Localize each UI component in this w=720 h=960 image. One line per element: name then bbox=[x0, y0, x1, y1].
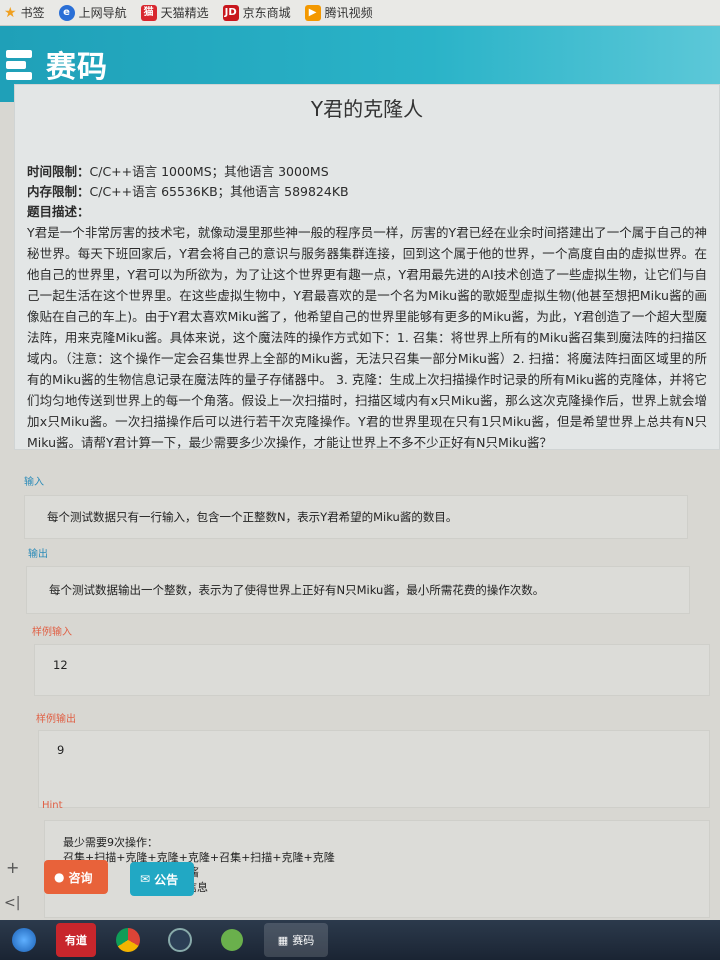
tmall-icon: 猫 bbox=[140, 4, 157, 21]
bookmark-label: 天猫精选 bbox=[160, 6, 209, 20]
leaf-icon bbox=[221, 929, 243, 951]
time-limit-value: C/C++语言 1000MS；其他语言 3000MS bbox=[89, 164, 329, 179]
problem-panel: Y君的克隆人 时间限制：C/C++语言 1000MS；其他语言 3000MS 内… bbox=[14, 84, 720, 450]
bookmark-label: 上网导航 bbox=[78, 6, 127, 20]
window-icon: ▦ bbox=[277, 933, 289, 947]
output-label: 输出 bbox=[28, 549, 48, 560]
sample-input-value: 12 bbox=[53, 658, 68, 672]
bookmark-item-tmall[interactable]: 猫 天猫精选 bbox=[140, 4, 209, 21]
start-button[interactable] bbox=[4, 923, 44, 957]
bookmarks-bar: ★ 书签 e 上网导航 猫 天猫精选 JD 京东商城 ▶ 腾讯视频 bbox=[0, 0, 720, 26]
memory-limit: 内存限制：C/C++语言 65536KB；其他语言 589824KB bbox=[27, 182, 719, 202]
sample-output-box: 9 bbox=[38, 730, 710, 808]
windows-icon bbox=[12, 928, 36, 952]
sample-input-box: 12 bbox=[34, 644, 710, 696]
chat-icon: ● bbox=[54, 870, 65, 884]
bookmark-label: 腾讯视频 bbox=[324, 6, 373, 20]
consult-label: 咨询 bbox=[68, 870, 93, 885]
description-label: 题目描述： bbox=[27, 204, 90, 219]
bookmark-label: 京东商城 bbox=[242, 6, 291, 20]
taskbar-app[interactable] bbox=[160, 923, 200, 957]
active-window-label: 赛码 bbox=[292, 934, 315, 947]
hint-label: Hint bbox=[42, 800, 63, 811]
bookmark-label: 书签 bbox=[20, 6, 45, 20]
sample-input-label: 样例输入 bbox=[32, 627, 72, 638]
notice-label: 公告 bbox=[154, 872, 179, 887]
output-text: 每个测试数据输出一个整数，表示为了使得世界上正好有N只Miku酱，最小所需花费的… bbox=[49, 583, 545, 597]
app-icon bbox=[168, 928, 192, 952]
problem-description: Y君是一个非常厉害的技术宅，就像动漫里那些神一般的程序员一样，厉害的Y君已经在业… bbox=[27, 225, 707, 450]
output-box: 每个测试数据输出一个整数，表示为了使得世界上正好有N只Miku酱，最小所需花费的… bbox=[26, 566, 690, 614]
limits: 时间限制：C/C++语言 1000MS；其他语言 3000MS 内存限制：C/C… bbox=[27, 162, 719, 222]
sample-output-label: 样例输出 bbox=[36, 714, 76, 725]
taskbar-active-window[interactable]: ▦ 赛码 bbox=[264, 923, 328, 957]
star-icon: ★ bbox=[4, 4, 17, 21]
consult-button[interactable]: ● 咨询 bbox=[44, 860, 108, 894]
brand-name[interactable]: 赛码 bbox=[46, 42, 108, 86]
bookmark-item-nav[interactable]: e 上网导航 bbox=[58, 4, 127, 21]
hint-line: 最少需要9次操作： bbox=[63, 836, 158, 849]
collapse-icon[interactable]: <| bbox=[4, 895, 20, 911]
memory-limit-label: 内存限制： bbox=[27, 184, 90, 199]
taskbar: 有道 ▦ 赛码 bbox=[0, 920, 720, 960]
notice-button[interactable]: ✉ 公告 bbox=[130, 862, 194, 896]
input-text: 每个测试数据只有一行输入，包含一个正整数N，表示Y君希望的Miku酱的数目。 bbox=[47, 510, 458, 524]
taskbar-app-green[interactable] bbox=[212, 923, 252, 957]
bookmark-item-qqvideo[interactable]: ▶ 腾讯视频 bbox=[304, 4, 373, 21]
jd-icon: JD bbox=[222, 4, 239, 21]
chrome-icon bbox=[116, 928, 140, 952]
ie-icon: e bbox=[58, 4, 75, 21]
taskbar-youdao[interactable]: 有道 bbox=[56, 923, 96, 957]
sample-output-value: 9 bbox=[57, 743, 65, 757]
time-limit-label: 时间限制： bbox=[27, 164, 90, 179]
bookmark-item-jd[interactable]: JD 京东商城 bbox=[222, 4, 291, 21]
youdao-label: 有道 bbox=[65, 934, 87, 947]
taskbar-chrome[interactable] bbox=[108, 923, 148, 957]
mail-icon: ✉ bbox=[140, 872, 151, 886]
logo-icon[interactable] bbox=[2, 42, 40, 86]
video-icon: ▶ bbox=[304, 4, 321, 21]
plus-icon[interactable]: + bbox=[6, 858, 19, 877]
problem-title: Y君的克隆人 bbox=[310, 97, 424, 121]
bookmark-folder[interactable]: ★ 书签 bbox=[4, 4, 45, 21]
time-limit: 时间限制：C/C++语言 1000MS；其他语言 3000MS bbox=[27, 162, 719, 182]
memory-limit-value: C/C++语言 65536KB；其他语言 589824KB bbox=[89, 184, 349, 199]
input-label: 输入 bbox=[24, 477, 44, 488]
input-box: 每个测试数据只有一行输入，包含一个正整数N，表示Y君希望的Miku酱的数目。 bbox=[24, 495, 688, 539]
